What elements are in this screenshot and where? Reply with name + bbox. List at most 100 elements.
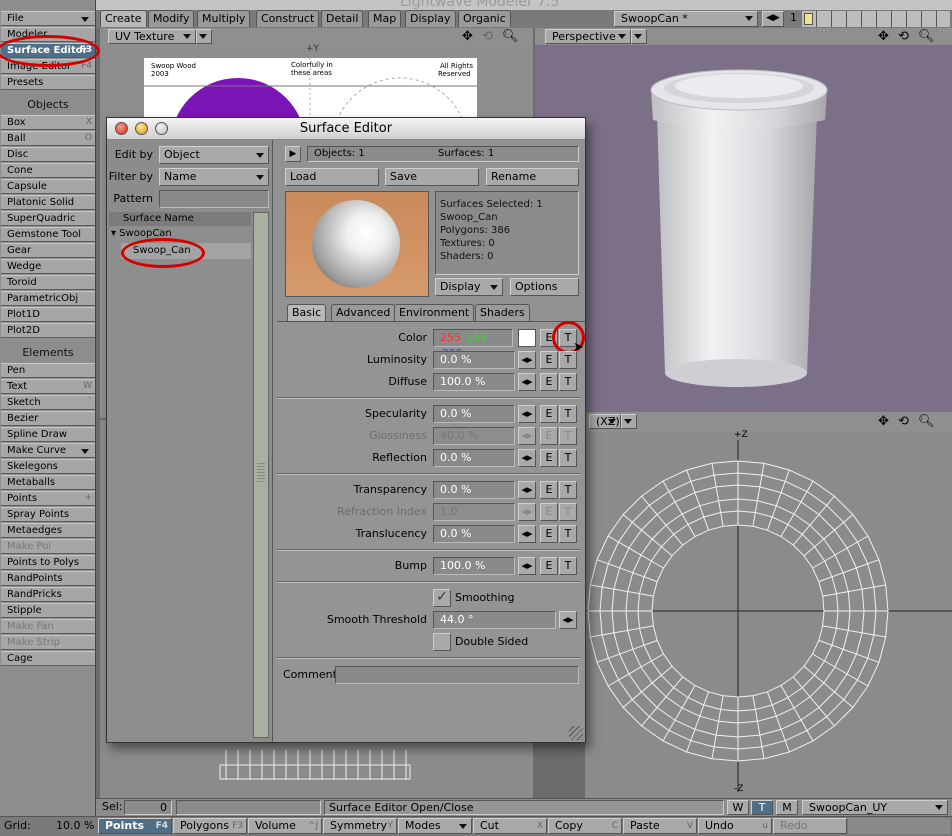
tab-map[interactable]: Map	[368, 10, 402, 27]
tool-superquadric[interactable]: SuperQuadric	[1, 211, 95, 226]
translucency-envelope-button[interactable]: E	[540, 525, 558, 543]
cut-button[interactable]: Cut X	[473, 818, 547, 834]
minimize-icon[interactable]	[135, 122, 148, 135]
tool-bezier[interactable]: Bezier	[1, 411, 95, 426]
specularity-input[interactable]: 0.0 %	[433, 405, 515, 423]
tab-advanced[interactable]: Advanced	[331, 304, 396, 321]
options-button[interactable]: Options	[510, 278, 579, 296]
tool-make-pol[interactable]: Make Pol	[1, 539, 95, 554]
filter-by-dropdown[interactable]: Name	[159, 168, 269, 186]
tool-parametricobj[interactable]: ParametricObj	[1, 291, 95, 306]
transparency-input[interactable]: 0.0 %	[433, 481, 515, 499]
tool-make-strip[interactable]: Make Strip	[1, 635, 95, 650]
copy-button[interactable]: Copy C	[548, 818, 622, 834]
smoothing-checkbox[interactable]: ✓	[433, 589, 451, 607]
tab-display[interactable]: Display	[405, 10, 456, 27]
uv-view-mode[interactable]: UV Texture	[108, 29, 196, 44]
specularity-texture-button[interactable]: T	[559, 405, 577, 423]
transparency-texture-button[interactable]: T	[559, 481, 577, 499]
tool-make-fan[interactable]: Make Fan	[1, 619, 95, 634]
translucency-stepper[interactable]: ◂▸	[518, 525, 536, 543]
tool-make-curve[interactable]: Make Curve	[1, 443, 95, 458]
surface-editor-button[interactable]: Surface Editor F3	[1, 43, 95, 58]
surface-list-scrollbar[interactable]	[253, 212, 269, 738]
diffuse-stepper[interactable]: ◂▸	[518, 373, 536, 391]
wmap-m-button[interactable]: M	[776, 800, 798, 815]
polygons-mode-button[interactable]: Polygons F3	[173, 818, 247, 834]
color-rgb-field[interactable]: 255 255 255	[433, 329, 513, 360]
tab-basic[interactable]: Basic	[287, 304, 327, 321]
transparency-envelope-button[interactable]: E	[540, 481, 558, 499]
tool-wedge[interactable]: Wedge	[1, 259, 95, 274]
luminosity-texture-button[interactable]: T	[559, 351, 577, 369]
glossiness-stepper[interactable]: ◂▸	[518, 427, 536, 445]
modeler-menu[interactable]: Modeler	[1, 27, 95, 42]
luminosity-stepper[interactable]: ◂▸	[518, 351, 536, 369]
diffuse-input[interactable]: 100.0 %	[433, 373, 515, 391]
specularity-stepper[interactable]: ◂▸	[518, 405, 536, 423]
tool-capsule[interactable]: Capsule	[1, 179, 95, 194]
double-sided-checkbox[interactable]	[433, 633, 451, 651]
close-icon[interactable]	[115, 122, 128, 135]
dialog-title-bar[interactable]: Surface Editor	[107, 118, 585, 140]
translucency-texture-button[interactable]: T	[559, 525, 577, 543]
tool-points-to-polys[interactable]: Points to Polys	[1, 555, 95, 570]
volume-mode-button[interactable]: Volume ^J	[248, 818, 322, 834]
display-dropdown[interactable]: Display	[435, 278, 503, 296]
refraction-index-stepper[interactable]: ◂▸	[518, 503, 536, 521]
tab-shaders[interactable]: Shaders	[475, 304, 530, 321]
tool-sketch[interactable]: Sketch `	[1, 395, 95, 410]
refraction-index-envelope-button[interactable]: E	[540, 503, 558, 521]
reflection-input[interactable]: 0.0 %	[433, 449, 515, 467]
zoom-view-icon[interactable]: 🔍︎	[502, 29, 519, 44]
bump-texture-button[interactable]: T	[559, 557, 577, 575]
color-swatch[interactable]	[518, 329, 536, 347]
resize-grip-icon[interactable]	[569, 726, 583, 740]
paste-button[interactable]: Paste V	[623, 818, 697, 834]
tab-create[interactable]: Create	[100, 10, 147, 27]
tool-plot2d[interactable]: Plot2D	[1, 323, 95, 338]
top-xz-viewport[interactable]: (XZ) ✥ ⟲ 🔍︎ +Z -Z	[585, 412, 952, 798]
tool-gemstone[interactable]: Gemstone Tool	[1, 227, 95, 242]
glossiness-envelope-button[interactable]: E	[540, 427, 558, 445]
tree-surface-item[interactable]: Swoop_Can	[121, 243, 251, 259]
move-view-icon[interactable]: ✥	[462, 29, 473, 44]
points-mode-button[interactable]: Points F4	[98, 818, 172, 834]
save-button[interactable]: Save	[385, 168, 479, 186]
specularity-envelope-button[interactable]: E	[540, 405, 558, 423]
symmetry-button[interactable]: Symmetry Y	[323, 818, 397, 834]
wmap-t-button[interactable]: T	[751, 800, 773, 815]
pattern-input[interactable]	[159, 190, 269, 208]
tool-skelegons[interactable]: Skelegons	[1, 459, 95, 474]
refraction-index-input[interactable]: 1.0	[433, 503, 515, 521]
refraction-index-texture-button[interactable]: T	[559, 503, 577, 521]
tree-object-item[interactable]: ▾ SwoopCan	[111, 228, 172, 239]
transparency-stepper[interactable]: ◂▸	[518, 481, 536, 499]
layer-buttons[interactable]	[802, 11, 950, 27]
reflection-stepper[interactable]: ◂▸	[518, 449, 536, 467]
rotate-view-icon[interactable]: ⟲	[482, 29, 493, 44]
color-envelope-button[interactable]: E	[540, 329, 558, 347]
tab-multiply[interactable]: Multiply	[197, 10, 251, 27]
tool-pen[interactable]: Pen	[1, 363, 95, 378]
expand-triangle-icon[interactable]: ▾	[111, 228, 119, 239]
perspective-viewport[interactable]: Perspective ✥ ⟲ 🔍︎	[535, 28, 952, 412]
tool-randpricks[interactable]: RandPricks	[1, 587, 95, 602]
tool-metaballs[interactable]: Metaballs	[1, 475, 95, 490]
smooth-threshold-stepper[interactable]: ◂▸	[559, 611, 577, 629]
wmap-w-button[interactable]: W	[727, 800, 749, 815]
modes-dropdown[interactable]: Modes	[398, 818, 472, 834]
diffuse-envelope-button[interactable]: E	[540, 373, 558, 391]
tab-modify[interactable]: Modify	[148, 10, 195, 27]
bump-stepper[interactable]: ◂▸	[518, 557, 536, 575]
tab-organic[interactable]: Organic	[458, 10, 511, 27]
tool-gear[interactable]: Gear	[1, 243, 95, 258]
diffuse-texture-button[interactable]: T	[559, 373, 577, 391]
presets-button[interactable]: Presets	[1, 75, 95, 90]
tool-box[interactable]: Box X	[1, 115, 95, 130]
load-button[interactable]: Load	[285, 168, 379, 186]
tool-text[interactable]: Text W	[1, 379, 95, 394]
reflection-texture-button[interactable]: T	[559, 449, 577, 467]
comment-input[interactable]	[335, 666, 579, 684]
luminosity-envelope-button[interactable]: E	[540, 351, 558, 369]
